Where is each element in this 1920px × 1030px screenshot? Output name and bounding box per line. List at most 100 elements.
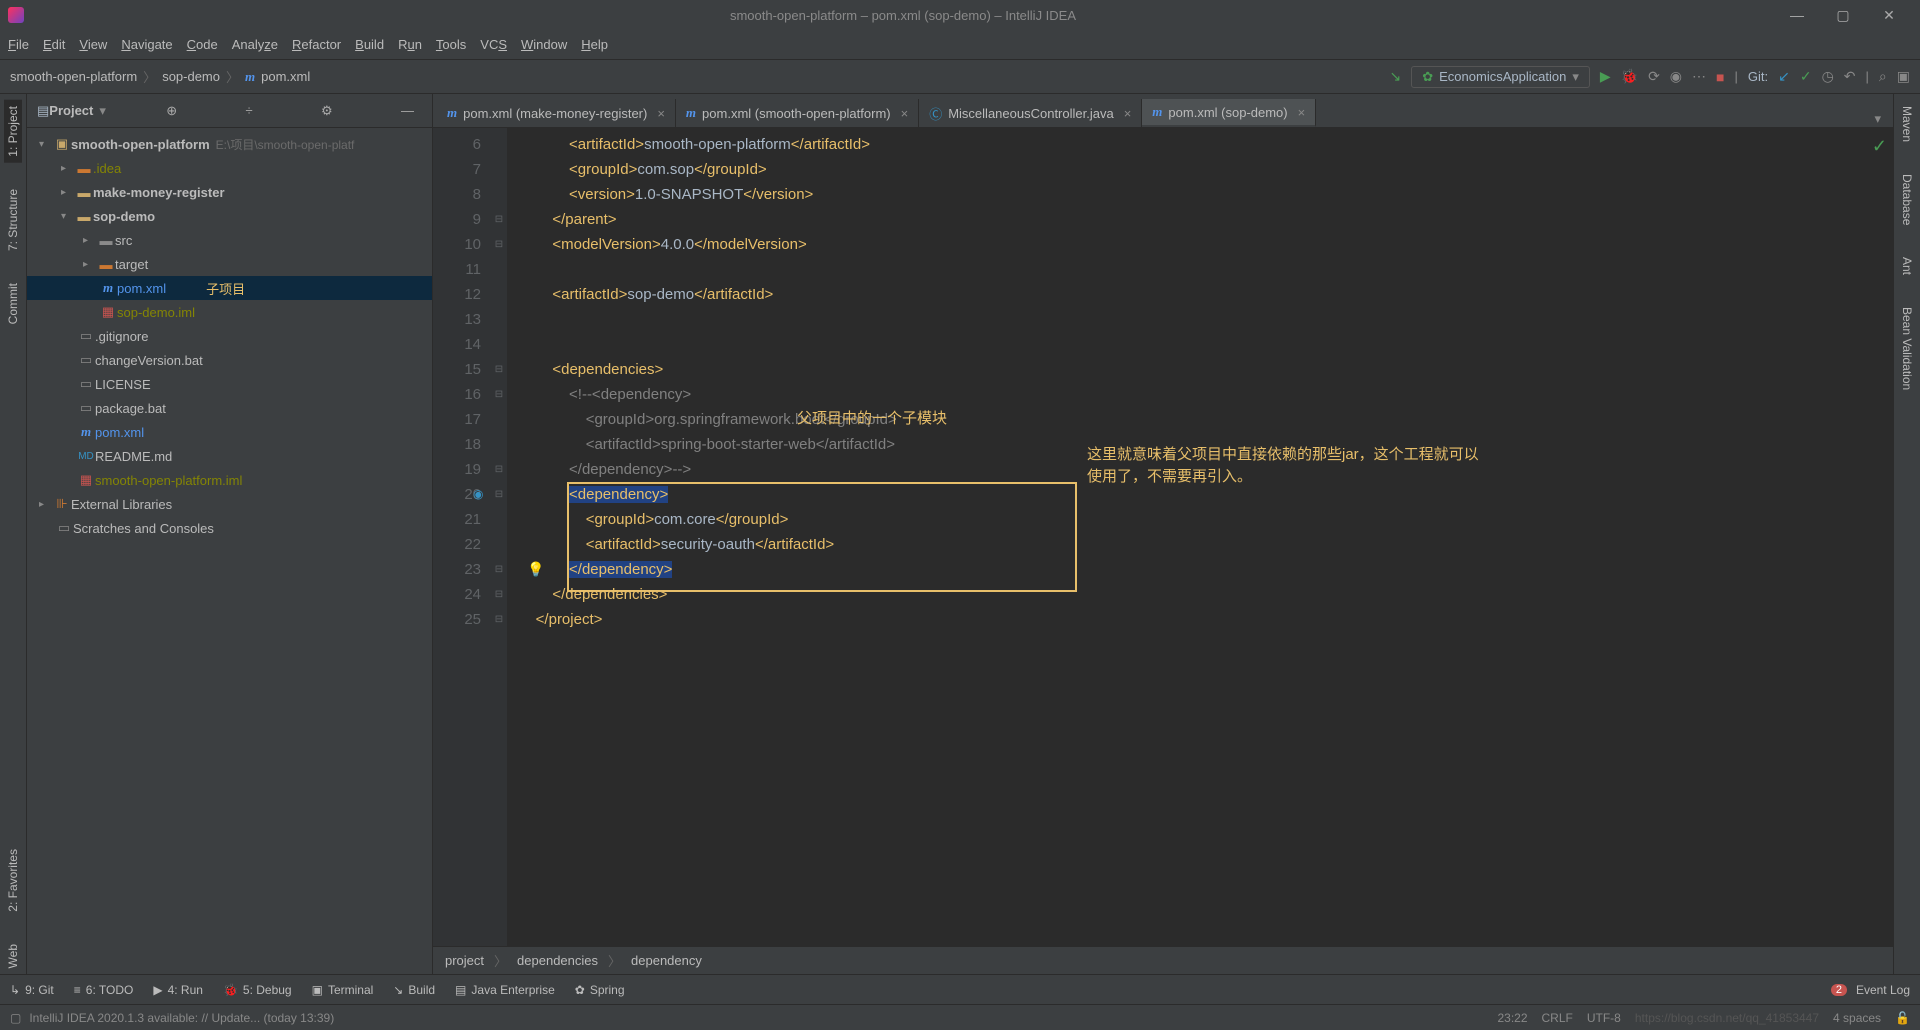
- tree-iml[interactable]: ▦sop-demo.iml: [27, 300, 432, 324]
- fold-gutter[interactable]: ⊟⊟⊟⊟⊟◉⊟⊟⊟⊟: [491, 128, 507, 946]
- status-eol[interactable]: CRLF: [1542, 1011, 1573, 1025]
- editor-tab[interactable]: mpom.xml (make-money-register)×: [437, 99, 676, 127]
- tree-scratches[interactable]: ▭Scratches and Consoles: [27, 516, 432, 540]
- git-history-icon[interactable]: ◷: [1822, 68, 1834, 85]
- tool-structure[interactable]: 7: Structure: [4, 183, 22, 257]
- tabs-dropdown[interactable]: ▾: [1866, 111, 1889, 127]
- gear-icon[interactable]: ⚙: [321, 103, 333, 119]
- tree-changeversion[interactable]: ▭changeVersion.bat: [27, 348, 432, 372]
- menu-help[interactable]: Help: [581, 37, 608, 52]
- code-line[interactable]: <dependencies>: [519, 357, 1893, 382]
- code-line[interactable]: <dependency>: [519, 482, 1893, 507]
- menu-file[interactable]: File: [8, 37, 29, 52]
- status-icon[interactable]: ▢: [10, 1011, 21, 1025]
- tree-external-libs[interactable]: ▸⊪External Libraries: [27, 492, 432, 516]
- tool-ant[interactable]: Ant: [1898, 251, 1916, 281]
- tree-target[interactable]: ▸▬target: [27, 252, 432, 276]
- code-line[interactable]: <groupId>org.springframework.boot</group…: [519, 407, 1893, 432]
- code-line[interactable]: <artifactId>spring-boot-starter-web</art…: [519, 432, 1893, 457]
- status-message[interactable]: IntelliJ IDEA 2020.1.3 available: // Upd…: [29, 1011, 1483, 1025]
- tree-src[interactable]: ▸▬src: [27, 228, 432, 252]
- close-button[interactable]: ✕: [1866, 7, 1912, 24]
- tree-readme[interactable]: MDREADME.md: [27, 444, 432, 468]
- code-line[interactable]: <version>1.0-SNAPSHOT</version>: [519, 182, 1893, 207]
- hide-icon[interactable]: —: [401, 103, 414, 118]
- attach-icon[interactable]: ⋯: [1692, 68, 1706, 85]
- code-line[interactable]: <artifactId>smooth-open-platform</artifa…: [519, 132, 1893, 157]
- tool-favorites[interactable]: 2: Favorites: [4, 843, 22, 918]
- menu-run[interactable]: Run: [398, 37, 422, 52]
- tool-commit[interactable]: Commit: [4, 277, 22, 330]
- code-line[interactable]: <artifactId>security-oauth</artifactId>: [519, 532, 1893, 557]
- code-line[interactable]: </parent>: [519, 207, 1893, 232]
- menu-navigate[interactable]: Navigate: [121, 37, 172, 52]
- run-config-dropdown[interactable]: ✿ EconomicsApplication ▾: [1411, 66, 1590, 88]
- tool-database[interactable]: Database: [1898, 168, 1916, 231]
- tool-spring[interactable]: ✿ Spring: [575, 983, 625, 997]
- tool-java-enterprise[interactable]: ▤ Java Enterprise: [455, 983, 555, 997]
- tree-gitignore[interactable]: ▭.gitignore: [27, 324, 432, 348]
- search-everywhere-icon[interactable]: ⌕: [1879, 68, 1887, 85]
- status-lock-icon[interactable]: 🔓: [1895, 1011, 1910, 1025]
- menu-analyze[interactable]: Analyze: [232, 37, 278, 52]
- tool-todo[interactable]: ≡ 6: TODO: [74, 983, 134, 997]
- menu-code[interactable]: Code: [187, 37, 218, 52]
- code-line[interactable]: </dependency>-->: [519, 457, 1893, 482]
- maximize-button[interactable]: ▢: [1820, 7, 1866, 24]
- code-editor[interactable]: ✓ 678910111213141516171819202122232425 ⊟…: [433, 128, 1893, 946]
- tool-maven[interactable]: Maven: [1898, 100, 1916, 148]
- tool-project[interactable]: 1: Project: [4, 100, 22, 163]
- coverage-icon[interactable]: ⟳: [1648, 68, 1660, 85]
- build-hammer-icon[interactable]: ↘: [1389, 68, 1401, 85]
- tool-bean-validation[interactable]: Bean Validation: [1898, 301, 1916, 396]
- close-icon[interactable]: ×: [1124, 106, 1132, 121]
- crumb-file[interactable]: pom.xml: [261, 69, 310, 84]
- tool-web[interactable]: Web: [4, 938, 22, 974]
- tree-mmr[interactable]: ▸▬make-money-register: [27, 180, 432, 204]
- code-line[interactable]: <groupId>com.core</groupId>: [519, 507, 1893, 532]
- tree-pom-selected[interactable]: mpom.xml子项目: [27, 276, 432, 300]
- editor-tab[interactable]: mpom.xml (smooth-open-platform)×: [676, 99, 919, 127]
- code-line[interactable]: </dependencies>: [519, 582, 1893, 607]
- tool-debug-bottom[interactable]: 🐞 5: Debug: [223, 983, 292, 997]
- run-icon[interactable]: ▶: [1600, 68, 1611, 85]
- git-revert-icon[interactable]: ↶: [1844, 68, 1856, 85]
- settings-icon[interactable]: ▣: [1897, 68, 1910, 85]
- code-line[interactable]: [519, 257, 1893, 282]
- project-view-label[interactable]: Project: [49, 103, 93, 118]
- tool-build[interactable]: ↘ Build: [393, 983, 435, 997]
- crumb-root[interactable]: smooth-open-platform: [10, 69, 137, 84]
- tree-root[interactable]: ▾▣smooth-open-platformE:\项目\smooth-open-…: [27, 132, 432, 156]
- intention-bulb-icon[interactable]: 💡: [527, 557, 544, 582]
- menu-vcs[interactable]: VCS: [480, 37, 507, 52]
- tool-git[interactable]: ↳ 9: Git: [10, 983, 54, 997]
- gutter-nav-icon[interactable]: ◉: [473, 482, 483, 507]
- editor-tab[interactable]: mpom.xml (sop-demo)×: [1142, 99, 1316, 127]
- code-line[interactable]: </project>: [519, 607, 1893, 632]
- profile-icon[interactable]: ◉: [1670, 68, 1682, 85]
- close-icon[interactable]: ×: [901, 106, 909, 121]
- status-encoding[interactable]: UTF-8: [1587, 1011, 1621, 1025]
- editor-breadcrumb[interactable]: project〉 dependencies〉 dependency: [433, 946, 1893, 974]
- code-line[interactable]: [519, 332, 1893, 357]
- menu-edit[interactable]: Edit: [43, 37, 65, 52]
- code-line[interactable]: <groupId>com.sop</groupId>: [519, 157, 1893, 182]
- code-line[interactable]: </dependency>: [519, 557, 1893, 582]
- minimize-button[interactable]: —: [1774, 7, 1820, 23]
- close-icon[interactable]: ×: [1298, 105, 1306, 120]
- tree-idea[interactable]: ▸▬.idea: [27, 156, 432, 180]
- status-indent[interactable]: 4 spaces: [1833, 1011, 1881, 1025]
- breadcrumbs[interactable]: smooth-open-platform 〉 sop-demo 〉 m pom.…: [10, 67, 1389, 86]
- stop-icon[interactable]: ■: [1716, 69, 1724, 85]
- event-log[interactable]: 2Event Log: [1831, 983, 1910, 997]
- collapse-icon[interactable]: ÷: [246, 103, 253, 118]
- code-line[interactable]: [519, 307, 1893, 332]
- tool-terminal[interactable]: ▣ Terminal: [312, 983, 374, 997]
- chevron-down-icon[interactable]: ▾: [99, 103, 106, 119]
- menu-view[interactable]: View: [79, 37, 107, 52]
- editor-tab[interactable]: ⒸMiscellaneousController.java×: [919, 99, 1142, 127]
- code-line[interactable]: <!--<dependency>: [519, 382, 1893, 407]
- tree-sop-demo[interactable]: ▾▬sop-demo: [27, 204, 432, 228]
- git-update-icon[interactable]: ↙: [1778, 68, 1790, 85]
- tool-run-bottom[interactable]: ▶ 4: Run: [153, 983, 203, 997]
